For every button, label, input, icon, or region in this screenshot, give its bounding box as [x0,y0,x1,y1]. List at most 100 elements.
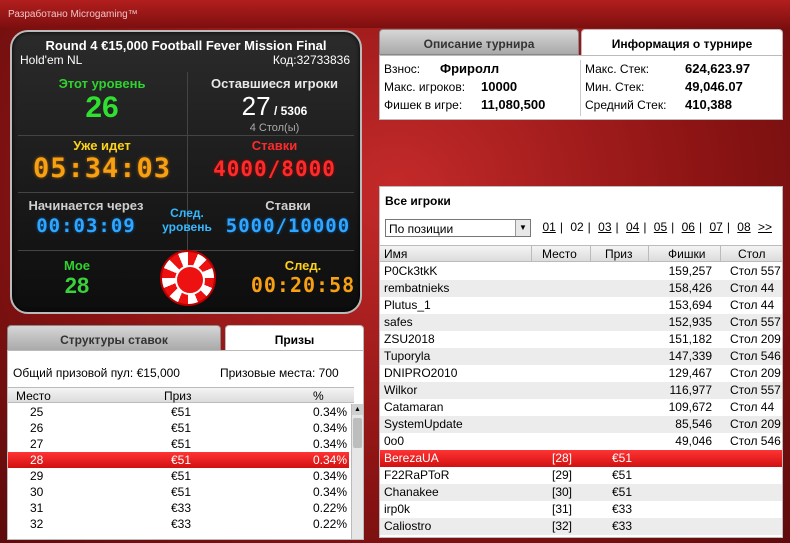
prizes-scrollbar[interactable]: ▲ [351,404,363,539]
clock-divider [18,192,354,193]
list-item: 25 €51 0.34% [30,405,347,419]
min-stack-label: Мин. Стек: [585,80,645,94]
current-level-label: Этот уровень [58,76,146,91]
table-row[interactable]: 0o0 49,046 Стол 546 [380,433,782,450]
col-table[interactable]: Стол [738,247,765,261]
avg-stack-label: Средний Стек: [585,98,667,112]
tournament-info-panel: Взнос: Фриролл Макс. игроков: 10000 Фише… [379,55,783,120]
sort-select[interactable]: По позиции ▼ [385,219,531,237]
developer-credit: Разработано Microgaming™ [8,9,138,20]
table-row[interactable]: SystemUpdate 85,546 Стол 209 [380,416,782,433]
col-percent: % [313,389,324,403]
tables-count: 4 Стол(ы) [249,122,300,134]
prizes-table-header: Место Приз % [8,387,354,403]
my-position-label: Мое [64,258,90,273]
list-item: 31 €33 0.22% [30,501,347,515]
elapsed-time: 05:34:03 [32,153,172,184]
game-type: Hold'em NL [20,53,83,67]
clock-divider [18,135,354,136]
list-item-selected: 28 €51 0.34% [8,452,349,468]
table-row[interactable]: DNIPRO2010 129,467 Стол 209 [380,365,782,382]
tournament-title: Round 4 €15,000 Football Fever Mission F… [45,38,327,53]
table-row[interactable]: rembatnieks 158,426 Стол 44 [380,280,782,297]
table-row[interactable]: ZSU2018 151,182 Стол 209 [380,331,782,348]
page-link-01[interactable]: 01 [542,220,555,234]
tab-tournament-description[interactable]: Описание турнира [379,29,579,55]
col-prize[interactable]: Приз [605,247,633,261]
page-link-06[interactable]: 06 [682,220,695,234]
starts-in-time: 00:03:09 [36,215,136,237]
prizes-list: 25 €51 0.34% 26 €51 0.34% 27 €51 0.34% 28 €51 0.… [8,404,349,532]
players-panel: Все игроки По позиции ▼ 01 | 02 | 03 | 04 | … [379,186,783,538]
list-item: 27 €51 0.34% [30,437,347,451]
buyin-label: Взнос: [384,62,421,76]
table-row-selected[interactable]: BerezaUA [28] €51 [380,450,782,467]
players-heading: Все игроки [385,194,451,208]
table-row[interactable]: P0Ck3tkK 159,257 Стол 557 [380,263,782,280]
table-row[interactable]: Wilkor 116,977 Стол 557 [380,382,782,399]
list-item: 29 €51 0.34% [30,469,347,483]
max-stack-value: 624,623.97 [685,61,751,76]
next-level-label: След. [170,206,204,220]
table-row[interactable]: Catamaran 109,672 Стол 44 [380,399,782,416]
scroll-up-icon[interactable]: ▲ [352,404,363,415]
col-name[interactable]: Имя [384,247,407,261]
chevron-down-icon[interactable]: ▼ [515,220,530,236]
col-prize: Приз [164,389,192,403]
tab-prizes[interactable]: Призы [225,325,364,351]
table-row[interactable]: Plutus_1 153,694 Стол 44 [380,297,782,314]
table-row[interactable]: Caliostro [32] €33 [380,518,782,535]
list-item: 32 €33 0.22% [30,517,347,531]
next-break-time: 00:20:58 [250,273,356,297]
players-list: P0Ck3tkK 159,257 Стол 557 rembatnieks 158,4… [380,263,782,535]
chips-in-play-label: Фишек в игре: [384,98,463,112]
page-link-08[interactable]: 08 [737,220,750,234]
page-link-04[interactable]: 04 [626,220,639,234]
max-stack-label: Макс. Стек: [585,62,650,76]
next-stakes-label: Ставки [265,198,311,213]
next-level-label-2: уровень [162,220,212,234]
players-left-label: Оставшиеся игроки [210,76,339,91]
tab-blind-structure[interactable]: Структуры ставок [7,325,221,351]
min-stack-value: 49,046.07 [685,79,743,94]
prize-pool: Общий призовой пул: €15,000 [13,366,180,380]
list-item: 26 €51 0.34% [30,421,347,435]
page-link-02[interactable]: 02 [570,220,583,234]
page-link-05[interactable]: 05 [654,220,667,234]
table-row[interactable]: F22RaPToR [29] €51 [380,467,782,484]
players-left-value: 27 [241,91,271,121]
table-row[interactable]: irp0k [31] €33 [380,501,782,518]
pagination: 01 | 02 | 03 | 04 | 05 | 06 | 07 | 08 >> [542,220,772,234]
page-link-03[interactable]: 03 [598,220,611,234]
players-table-header: Имя Место Приз Фишки Стол [380,245,782,262]
tab-tournament-info[interactable]: Информация о турнире [581,29,783,55]
page-link-07[interactable]: 07 [709,220,722,234]
my-position-value: 28 [64,273,90,298]
buyin-value: Фриролл [440,61,500,76]
top-bar: Разработано Microgaming™ [0,0,790,28]
poker-chip-icon [160,250,216,306]
next-break-label: След. [284,258,322,273]
elapsed-label: Уже идет [73,138,131,153]
next-stakes-value: 5000/10000 [225,215,351,237]
current-level-value: 26 [85,91,119,124]
col-chips[interactable]: Фишки [668,247,705,261]
avg-stack-value: 410,388 [685,97,732,112]
table-row[interactable]: safes 152,935 Стол 557 [380,314,782,331]
stakes-value: 4000/8000 [213,157,336,181]
stakes-label: Ставки [251,138,298,153]
scroll-thumb[interactable] [353,418,362,448]
tournament-code: Код:32733836 [272,53,350,67]
table-row[interactable]: Chanakee [30] €51 [380,484,782,501]
list-item: 30 €51 0.34% [30,485,347,499]
tournament-clock: Round 4 €15,000 Football Fever Mission F… [10,30,362,314]
chips-in-play-value: 11,080,500 [481,97,546,112]
starts-in-label: Начинается через [28,198,144,213]
info-divider [580,60,581,116]
page-link-next[interactable]: >> [758,220,772,234]
table-row[interactable]: Tuporyla 147,339 Стол 546 [380,348,782,365]
prizes-panel: Общий призовой пул: €15,000 Призовые мес… [7,350,364,540]
max-players-label: Макс. игроков: [384,80,466,94]
players-total-value: / 5306 [273,104,308,118]
col-place[interactable]: Место [542,247,577,261]
